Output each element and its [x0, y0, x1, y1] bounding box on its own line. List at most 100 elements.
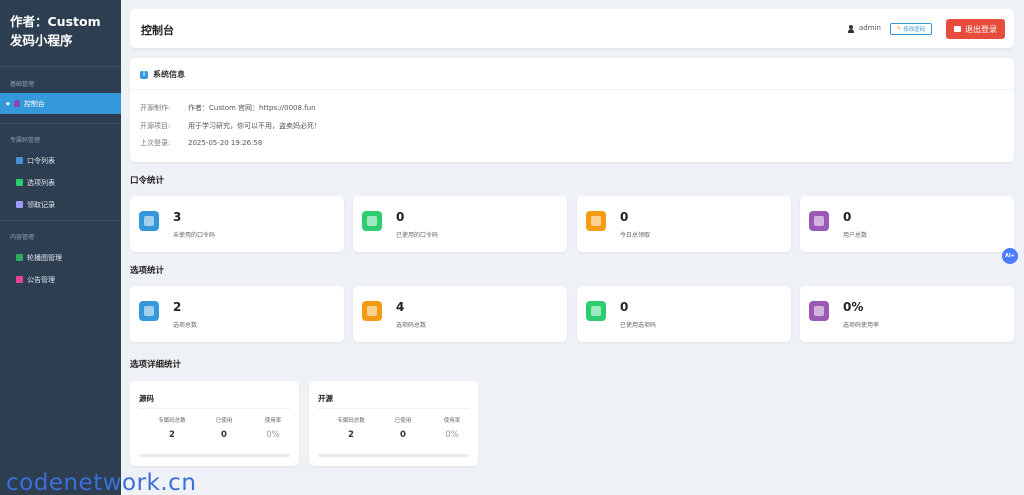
- sidebar-item-claim-records[interactable]: 领取记录: [0, 194, 121, 215]
- info-row-project: 开源项目: 用于学习研究，你可以不用，盗卖妈必死！: [140, 121, 321, 131]
- detail-stat-value: 2: [169, 430, 175, 440]
- sidebar-item-dashboard[interactable]: ◆ 控制台: [0, 93, 121, 114]
- stat-label: 选项码使用率: [843, 322, 880, 329]
- logout-label: 退出登录: [965, 24, 997, 34]
- nav-section-basic: 基础管理: [10, 81, 35, 88]
- calendar-icon: [586, 211, 606, 231]
- divider: [318, 408, 469, 409]
- detail-stat-value: 0%: [266, 430, 280, 440]
- sidebar-item-label: 控制台: [23, 99, 45, 108]
- sidebar-item-carousel[interactable]: 轮播图管理: [0, 247, 121, 268]
- stat-value: 0: [396, 210, 405, 224]
- detail-stat-header: 已使用: [394, 418, 412, 424]
- divider: [0, 66, 121, 67]
- usage-progress-bar: [139, 454, 290, 457]
- users-icon: [809, 211, 829, 231]
- change-password-button[interactable]: ✎ 修改密码: [890, 23, 932, 35]
- sidebar-item-announcements[interactable]: 公告管理: [0, 269, 121, 290]
- detail-stat-column: 使用率 0%: [248, 416, 298, 440]
- stat-label: 已使用的口令码: [396, 232, 439, 239]
- brand-line-1: 作者：Custom: [10, 14, 101, 29]
- code-stat-card: 0 今日总领取: [577, 196, 791, 252]
- detail-stats-title: 选项详细统计: [130, 360, 182, 370]
- puzzle-icon: [139, 211, 159, 231]
- stat-value: 2: [173, 300, 182, 314]
- detail-stat-value: 0: [400, 430, 406, 440]
- 1234-icon: [362, 301, 382, 321]
- info-value: 用于学习研究，你可以不用，盗卖妈必死！: [188, 122, 321, 130]
- stat-value: 0: [620, 210, 629, 224]
- icon-glyph: [367, 306, 377, 316]
- logout-button[interactable]: 退出登录: [946, 19, 1005, 39]
- info-row-author: 开源制作: 作者：Custom 官网：https://0008.fun: [140, 103, 316, 113]
- icon-glyph: [591, 216, 601, 226]
- icon-glyph: [591, 306, 601, 316]
- detail-stat-value: 0%: [445, 430, 459, 440]
- info-key: 上次登录:: [140, 139, 171, 147]
- detail-stat-value: 0: [221, 430, 227, 440]
- icon-glyph: [814, 306, 824, 316]
- detail-stat-header: 使用率: [264, 418, 282, 424]
- stat-value: 4: [396, 300, 405, 314]
- detail-stat-column: 已使用 0: [199, 416, 249, 440]
- icon-glyph: [144, 306, 154, 316]
- detail-card-title: 开源: [318, 394, 333, 403]
- detail-stat-column: 使用率 0%: [427, 416, 477, 440]
- header-bar: 控制台: [130, 9, 1014, 48]
- sidebar-item-code-list[interactable]: 口令列表: [0, 150, 121, 171]
- user-icon: [13, 100, 20, 107]
- icon-glyph: [814, 216, 824, 226]
- info-value: 作者：Custom 官网：https://0008.fun: [188, 104, 316, 112]
- check-icon: [362, 211, 382, 231]
- option-stat-card: 2 选项总数: [130, 286, 344, 342]
- system-info-card: i 系统信息 开源制作: 作者：Custom 官网：https://0008.fu…: [130, 58, 1014, 162]
- divider: [130, 89, 1014, 90]
- divider: [139, 408, 290, 409]
- stat-value: 0: [843, 210, 852, 224]
- sidebar-item-label: 公告管理: [27, 275, 55, 284]
- megaphone-icon: [16, 276, 23, 283]
- nav-section-codes: 专属码管理: [10, 137, 41, 144]
- active-indicator-icon: ◆: [6, 100, 10, 107]
- stat-value: 0: [620, 300, 629, 314]
- divider: [0, 220, 121, 221]
- main-content: 控制台 admin ✎ 修改密码 退出登录 i 系统信息 开源制作: 作者：Cus…: [121, 0, 1024, 495]
- stat-label: 今日总领取: [620, 232, 651, 239]
- user-icon: [848, 25, 854, 33]
- stat-label: 已使用选项码: [620, 322, 657, 329]
- pencil-icon: ✎: [896, 26, 902, 32]
- usage-progress-bar: [318, 454, 469, 457]
- detail-stat-column: 专属码总数 2: [326, 416, 376, 440]
- detail-stat-header: 使用率: [443, 418, 461, 424]
- stat-value: 3: [173, 210, 182, 224]
- option-stats-title: 选项统计: [130, 266, 165, 276]
- detail-stat-column: 专属码总数 2: [147, 416, 197, 440]
- option-stat-card: 0% 选项码使用率: [800, 286, 1014, 342]
- stat-label: 选项总数: [173, 322, 198, 329]
- icon-glyph: [144, 216, 154, 226]
- sidebar-item-label: 选项列表: [27, 178, 55, 187]
- logout-icon: [954, 26, 961, 32]
- code-stat-card: 0 已使用的口令码: [353, 196, 567, 252]
- stat-label: 选项码总数: [396, 322, 427, 329]
- system-info-title: 系统信息: [153, 70, 185, 79]
- page-title: 控制台: [141, 24, 174, 37]
- bar-chart-icon: [809, 301, 829, 321]
- option-stat-card: 0 已使用选项码: [577, 286, 791, 342]
- info-key: 开源制作:: [140, 104, 171, 112]
- info-key: 开源项目:: [140, 122, 171, 130]
- code-stat-card: 0 用户总数: [800, 196, 1014, 252]
- ai-assistant-button[interactable]: AI+: [1002, 248, 1018, 264]
- sidebar-item-option-list[interactable]: 选项列表: [0, 172, 121, 193]
- detail-stat-value: 2: [348, 430, 354, 440]
- option-stat-card: 4 选项码总数: [353, 286, 567, 342]
- stat-value: 0%: [843, 300, 864, 314]
- list-icon: [16, 157, 23, 164]
- icon-glyph: [367, 216, 377, 226]
- stat-label: 用户总数: [843, 232, 868, 239]
- code-stats-title: 口令统计: [130, 176, 165, 186]
- brand-line-2: 发码小程序: [10, 33, 73, 48]
- username: admin: [859, 24, 881, 32]
- stat-label: 未使用的口令码: [173, 232, 216, 239]
- detail-card-title: 源码: [139, 394, 154, 403]
